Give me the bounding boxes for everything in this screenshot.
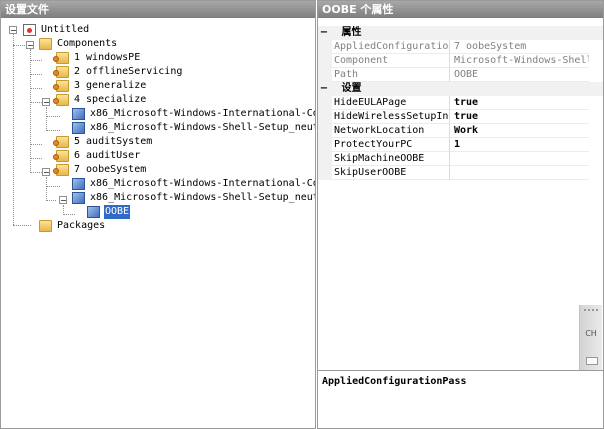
component-cube-icon xyxy=(72,192,85,204)
setting-row-skipuseroobe[interactable]: SkipUserOOBE xyxy=(318,166,589,180)
tree-node-international-core-specialize[interactable]: x86_Microsoft-Windows-International-Core… xyxy=(72,107,315,121)
category-properties-label: 属性 xyxy=(341,27,362,38)
tree-node-shell-setup-specialize[interactable]: x86_Microsoft-Windows-Shell-Setup_neutra… xyxy=(72,121,315,135)
setting-row-hideeulapage[interactable]: HideEULAPage true xyxy=(318,96,589,110)
folder-icon xyxy=(39,220,52,232)
setting-row-networklocation[interactable]: NetworkLocation Work xyxy=(318,124,589,138)
setting-row-hidewirelesssetupinoobe[interactable]: HideWirelessSetupInOOBE true xyxy=(318,110,589,124)
answer-file-tree: − − − − − Untitled Components 1 windowsP… xyxy=(1,19,315,428)
tree-node-auditsystem[interactable]: 5 auditSystem xyxy=(53,135,153,149)
untitled-collapse-toggle[interactable]: − xyxy=(9,26,17,35)
collapse-icon[interactable]: − xyxy=(318,26,330,40)
setting-value[interactable]: true xyxy=(452,96,589,110)
property-row-component[interactable]: Component Microsoft-Windows-Shell-Setu xyxy=(318,54,589,68)
tree-node-untitled[interactable]: Untitled xyxy=(23,23,90,37)
components-collapse-toggle[interactable]: − xyxy=(26,41,34,50)
property-row-appliedconfigurationpass[interactable]: AppliedConfigurationPa 7 oobeSystem xyxy=(318,40,589,54)
language-indicator[interactable]: CH xyxy=(580,329,602,338)
component-cube-icon xyxy=(72,178,85,190)
tree-node-audituser[interactable]: 6 auditUser xyxy=(53,149,141,163)
answer-file-icon xyxy=(23,24,36,36)
pass-folder-icon xyxy=(53,52,69,64)
tree-node-windowspe[interactable]: 1 windowsPE xyxy=(53,51,141,65)
pass-folder-icon xyxy=(53,94,69,106)
folder-icon xyxy=(39,38,52,50)
pass-folder-icon xyxy=(53,66,69,78)
setting-value[interactable]: true xyxy=(452,110,589,124)
property-grid: − 属性 AppliedConfigurationPa 7 oobeSystem… xyxy=(318,19,603,385)
collapse-icon[interactable]: − xyxy=(318,82,330,96)
setting-row-protectyourpc[interactable]: ProtectYourPC 1 xyxy=(318,138,589,152)
setting-value[interactable]: 1 xyxy=(452,138,589,152)
shell-setup-oobe-collapse-toggle[interactable]: − xyxy=(59,196,67,205)
tree-node-oobesystem[interactable]: 7 oobeSystem xyxy=(53,163,147,177)
tree-node-oobe[interactable]: OOBE xyxy=(87,205,131,219)
specialize-collapse-toggle[interactable]: − xyxy=(42,98,50,107)
setting-value[interactable]: Work xyxy=(452,124,589,138)
property-row-path[interactable]: Path OOBE xyxy=(318,68,589,82)
category-settings[interactable]: − 设置 xyxy=(318,82,603,96)
pass-folder-icon xyxy=(53,80,69,92)
keyboard-icon xyxy=(586,357,598,365)
setting-row-skipmachineoobe[interactable]: SkipMachineOOBE xyxy=(318,152,589,166)
tree-node-shell-setup-oobe[interactable]: x86_Microsoft-Windows-Shell-Setup_neutra… xyxy=(72,191,315,205)
answer-file-pane: 设置文件 − − − − − Untitled Components 1 win… xyxy=(0,0,316,429)
component-cube-icon xyxy=(72,122,85,134)
tree-node-generalize[interactable]: 3 generalize xyxy=(53,79,147,93)
category-properties[interactable]: − 属性 xyxy=(318,26,603,40)
grip-icon xyxy=(584,309,598,317)
tree-node-offlineservicing[interactable]: 2 offlineServicing xyxy=(53,65,183,79)
tree-node-packages[interactable]: Packages xyxy=(39,219,106,233)
component-cube-icon xyxy=(72,108,85,120)
properties-pane: OOBE 个属性 − 属性 AppliedConfigurationPa 7 o… xyxy=(317,0,604,429)
tree-node-specialize[interactable]: 4 specialize xyxy=(53,93,147,107)
tree-node-international-core-oobe[interactable]: x86_Microsoft-Windows-International-Core… xyxy=(72,177,315,191)
properties-title: OOBE 个属性 xyxy=(318,1,603,18)
category-settings-label: 设置 xyxy=(341,83,362,94)
pass-folder-icon xyxy=(53,164,69,176)
property-description: AppliedConfigurationPass xyxy=(318,370,603,428)
pass-folder-icon xyxy=(53,136,69,148)
tree-node-components[interactable]: Components xyxy=(39,37,118,51)
oobesystem-collapse-toggle[interactable]: − xyxy=(42,168,50,177)
answer-file-title: 设置文件 xyxy=(1,1,315,18)
setting-cube-icon xyxy=(87,206,100,218)
pass-folder-icon xyxy=(53,150,69,162)
